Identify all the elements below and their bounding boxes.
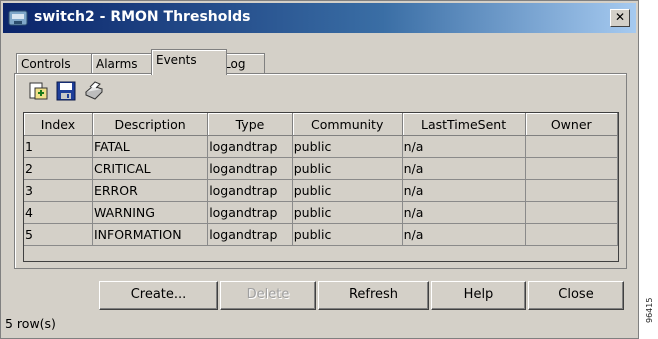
table-row[interactable]: 2 CRITICAL logandtrap public n/a xyxy=(24,157,618,180)
tab-label: Events xyxy=(156,53,197,67)
close-button[interactable]: Close xyxy=(528,281,624,310)
cell-index[interactable]: 2 xyxy=(24,157,93,180)
events-panel: Index Description Type Community LastTim… xyxy=(14,73,627,269)
window-title: switch2 - RMON Thresholds xyxy=(34,9,251,25)
cell-community[interactable]: public xyxy=(292,179,403,202)
save-icon[interactable] xyxy=(55,80,77,102)
cell-index[interactable]: 5 xyxy=(24,223,93,246)
column-header-index[interactable]: Index xyxy=(24,113,93,136)
rmon-thresholds-window: switch2 - RMON Thresholds ✕ Controls Ala… xyxy=(0,0,639,339)
cell-owner[interactable] xyxy=(525,157,618,180)
cell-lasttimesent[interactable]: n/a xyxy=(402,135,526,158)
table-row[interactable]: 1 FATAL logandtrap public n/a xyxy=(24,135,618,158)
table-row[interactable]: 5 INFORMATION logandtrap public n/a xyxy=(24,223,618,246)
device-app-icon xyxy=(8,10,28,26)
tab-label: Log xyxy=(224,57,246,71)
table-row[interactable]: 4 WARNING logandtrap public n/a xyxy=(24,201,618,224)
tab-label: Controls xyxy=(21,57,71,71)
cell-owner[interactable] xyxy=(525,201,618,224)
cell-description[interactable]: CRITICAL xyxy=(92,157,209,180)
figure-id-label: 96415 xyxy=(645,283,657,333)
cell-community[interactable]: public xyxy=(292,135,403,158)
insert-row-icon[interactable] xyxy=(27,80,49,102)
cell-lasttimesent[interactable]: n/a xyxy=(402,157,526,180)
cell-type[interactable]: logandtrap xyxy=(207,135,293,158)
cell-lasttimesent[interactable]: n/a xyxy=(402,179,526,202)
cell-type[interactable]: logandtrap xyxy=(207,223,293,246)
cell-community[interactable]: public xyxy=(292,201,403,224)
cell-owner[interactable] xyxy=(525,223,618,246)
cell-lasttimesent[interactable]: n/a xyxy=(402,223,526,246)
cell-type[interactable]: logandtrap xyxy=(207,179,293,202)
create-button[interactable]: Create... xyxy=(99,281,218,310)
cell-community[interactable]: public xyxy=(292,223,403,246)
table-header-row: Index Description Type Community LastTim… xyxy=(24,113,618,136)
delete-button[interactable]: Delete xyxy=(220,281,316,310)
column-header-community[interactable]: Community xyxy=(292,113,403,136)
column-header-type[interactable]: Type xyxy=(207,113,293,136)
cell-index[interactable]: 1 xyxy=(24,135,93,158)
window-close-button[interactable]: ✕ xyxy=(610,9,630,27)
cell-description[interactable]: FATAL xyxy=(92,135,209,158)
figure-id-text: 96415 xyxy=(645,297,654,323)
events-table: Index Description Type Community LastTim… xyxy=(23,112,619,262)
title-bar[interactable]: switch2 - RMON Thresholds ✕ xyxy=(3,3,636,33)
cell-owner[interactable] xyxy=(525,135,618,158)
table-row[interactable]: 3 ERROR logandtrap public n/a xyxy=(24,179,618,202)
tab-events[interactable]: Events xyxy=(151,49,227,75)
cell-description[interactable]: INFORMATION xyxy=(92,223,209,246)
column-header-owner[interactable]: Owner xyxy=(525,113,618,136)
cell-description[interactable]: WARNING xyxy=(92,201,209,224)
cell-index[interactable]: 3 xyxy=(24,179,93,202)
tab-controls[interactable]: Controls xyxy=(16,53,98,74)
print-icon[interactable] xyxy=(83,80,105,102)
refresh-button[interactable]: Refresh xyxy=(318,281,429,310)
cell-description[interactable]: ERROR xyxy=(92,179,209,202)
row-count-status: 5 row(s) xyxy=(5,316,56,331)
help-button[interactable]: Help xyxy=(431,281,526,310)
column-header-description[interactable]: Description xyxy=(92,113,209,136)
cell-index[interactable]: 4 xyxy=(24,201,93,224)
cell-owner[interactable] xyxy=(525,179,618,202)
cell-community[interactable]: public xyxy=(292,157,403,180)
cell-type[interactable]: logandtrap xyxy=(207,157,293,180)
tab-label: Alarms xyxy=(96,57,138,71)
column-header-lasttimesent[interactable]: LastTimeSent xyxy=(402,113,526,136)
cell-type[interactable]: logandtrap xyxy=(207,201,293,224)
cell-lasttimesent[interactable]: n/a xyxy=(402,201,526,224)
